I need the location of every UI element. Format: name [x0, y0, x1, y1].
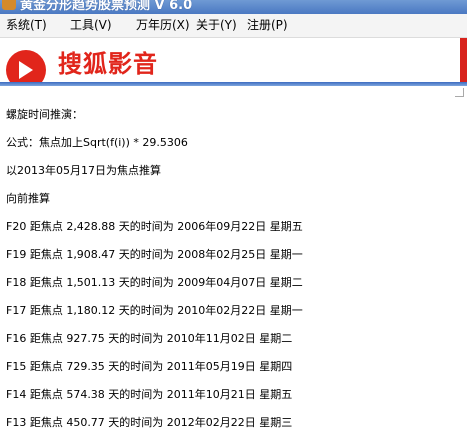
direction-text: 向前推算 — [6, 192, 50, 205]
ad-banner[interactable]: 搜狐影音 — [0, 38, 160, 82]
window-title: 黄金分形趋势股票预测 V 6.0 — [20, 0, 193, 13]
title-bar: 黄金分形趋势股票预测 V 6.0 — [0, 0, 467, 14]
app-icon — [2, 0, 16, 10]
menu-calendar[interactable]: 万年历(X) — [136, 17, 190, 33]
result-line: F16 距焦点 927.75 天的时间为 2010年11月02日 星期二 — [6, 332, 293, 345]
result-line: F15 距焦点 729.35 天的时间为 2011年05月19日 星期四 — [6, 360, 293, 373]
play-icon — [19, 61, 33, 79]
result-line: F18 距焦点 1,501.13 天的时间为 2009年04月07日 星期二 — [6, 276, 303, 289]
result-line: F19 距焦点 1,908.47 天的时间为 2008年02月25日 星期一 — [6, 248, 303, 261]
result-heading: 螺旋时间推演： — [6, 108, 83, 121]
menu-system[interactable]: 系统(T) — [6, 17, 47, 33]
menu-bar: 系统(T) 工具(V) 万年历(X) 关于(Y) 注册(P) — [0, 14, 467, 38]
panel-corner-mark — [455, 88, 464, 97]
banner-logo-text: 搜狐影音 — [58, 50, 158, 78]
menu-tools[interactable]: 工具(V) — [70, 17, 112, 33]
result-panel: 螺旋时间推演： 公式：焦点加上Sqrt(f(i)) * 29.5306 以201… — [0, 86, 467, 443]
result-line: F20 距焦点 2,428.88 天的时间为 2006年09月22日 星期五 — [6, 220, 303, 233]
base-date-text: 以2013年05月17日为焦点推算 — [6, 164, 161, 177]
formula-text: 公式：焦点加上Sqrt(f(i)) * 29.5306 — [6, 136, 188, 149]
menu-register[interactable]: 注册(P) — [247, 17, 288, 33]
menu-about[interactable]: 关于(Y) — [196, 17, 237, 33]
result-line: F14 距焦点 574.38 天的时间为 2011年10月21日 星期五 — [6, 388, 293, 401]
banner-edge-strip — [460, 38, 467, 82]
result-line: F17 距焦点 1,180.12 天的时间为 2010年02月22日 星期一 — [6, 304, 303, 317]
result-line: F13 距焦点 450.77 天的时间为 2012年02月22日 星期三 — [6, 416, 293, 429]
